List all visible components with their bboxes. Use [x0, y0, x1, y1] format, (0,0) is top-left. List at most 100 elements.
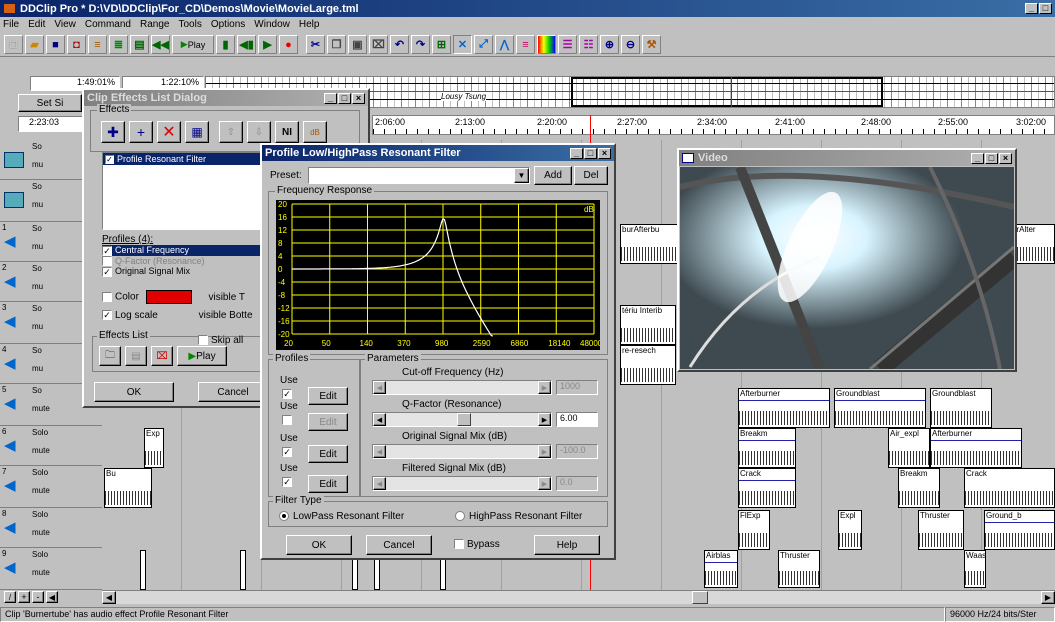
solo-label[interactable]: So: [32, 304, 42, 313]
save-list-icon[interactable]: ▤: [125, 346, 147, 366]
highpass-option[interactable]: HighPass Resonant Filter: [455, 511, 582, 522]
load-list-icon[interactable]: 🗀: [99, 346, 121, 366]
speaker-icon[interactable]: ◀: [4, 478, 24, 494]
delete-icon[interactable]: ⌧: [369, 35, 388, 54]
clip-marker[interactable]: [140, 550, 146, 590]
step-back-icon[interactable]: ◀▮: [237, 35, 256, 54]
timeline-clip[interactable]: Afterburner: [930, 428, 1022, 468]
timeline-clip[interactable]: Air_expl: [888, 428, 930, 468]
color-checkbox[interactable]: [102, 292, 112, 302]
minimize-button[interactable]: _: [1025, 3, 1038, 14]
parameter-slider[interactable]: ◀ ▶: [372, 476, 552, 491]
skip-all-checkbox[interactable]: [198, 335, 208, 346]
preset-dropdown-icon[interactable]: ▼: [514, 168, 529, 183]
save-icon[interactable]: ■: [46, 35, 65, 54]
position-field[interactable]: 2:23:03: [18, 116, 90, 132]
bypass-checkbox[interactable]: [454, 539, 464, 550]
color-swatch[interactable]: [145, 290, 192, 304]
mute-label[interactable]: mute: [32, 486, 50, 495]
effects-close-button[interactable]: ×: [352, 92, 365, 104]
preset-add-button[interactable]: Add: [534, 166, 572, 185]
filter-help-button[interactable]: Help: [534, 535, 600, 555]
profile-edit-button[interactable]: Edit: [308, 413, 348, 431]
markers-icon[interactable]: ≡: [516, 35, 535, 54]
use-checkbox[interactable]: [282, 415, 292, 425]
track-left-icon[interactable]: ◀: [46, 591, 58, 603]
solo-label[interactable]: So: [32, 182, 42, 191]
solo-label[interactable]: So: [32, 224, 42, 233]
insert-effect-icon[interactable]: +: [129, 121, 153, 143]
parameter-value-field[interactable]: 6.00: [556, 412, 598, 427]
speaker-icon[interactable]: ◀: [4, 520, 24, 536]
effects-maximize-button[interactable]: □: [338, 92, 351, 104]
timeline-clip[interactable]: Ground_b: [984, 510, 1055, 550]
effect-list-item[interactable]: ✓ Profile Resonant Filter: [103, 153, 261, 166]
solo-label[interactable]: Solo: [32, 468, 48, 477]
cut-icon[interactable]: ✂: [306, 35, 325, 54]
menu-file[interactable]: File: [3, 19, 19, 30]
clip-marker[interactable]: [240, 550, 246, 590]
parameter-value-field[interactable]: 1000: [556, 380, 598, 395]
solo-label[interactable]: So: [32, 142, 42, 151]
timeline-clip[interactable]: Thruster: [778, 550, 820, 588]
preset-combo[interactable]: ▼: [308, 167, 530, 184]
forward-icon[interactable]: ▶: [258, 35, 277, 54]
timeline-clip[interactable]: FlExp: [738, 510, 770, 550]
menu-edit[interactable]: Edit: [28, 19, 45, 30]
parameter-value-field[interactable]: -100.0: [556, 444, 598, 459]
properties-icon[interactable]: ▦: [185, 121, 209, 143]
highpass-radio[interactable]: [455, 511, 465, 522]
redo-icon[interactable]: ↷: [411, 35, 430, 54]
timeline-clip[interactable]: Airblas: [704, 550, 738, 588]
preset-del-button[interactable]: Del: [574, 166, 608, 185]
track-tool-icon[interactable]: /: [4, 591, 16, 603]
filter-dialog[interactable]: Profile Low/HighPass Resonant Filter _ □…: [260, 143, 616, 560]
filter-maximize-button[interactable]: □: [584, 147, 597, 159]
snap-icon[interactable]: ⊞: [432, 35, 451, 54]
filter-cancel-button[interactable]: Cancel: [366, 535, 432, 555]
mute-label[interactable]: mu: [32, 200, 43, 209]
solo-label[interactable]: Solo: [32, 510, 48, 519]
parameter-value-field[interactable]: 0.0: [556, 476, 598, 491]
profile-edit-button[interactable]: Edit: [308, 387, 348, 405]
lowpass-radio[interactable]: [279, 511, 289, 522]
parameter-slider[interactable]: ◀ ▶: [372, 412, 552, 427]
menu-tools[interactable]: Tools: [178, 19, 201, 30]
zoom-in-icon[interactable]: ⊕: [600, 35, 619, 54]
menu-options[interactable]: Options: [211, 19, 245, 30]
timeline-clip[interactable]: Bu: [104, 468, 152, 508]
rewind-icon[interactable]: ◀◀: [151, 35, 170, 54]
timeline-clip[interactable]: Crack: [964, 468, 1055, 508]
menu-command[interactable]: Command: [85, 19, 131, 30]
play-button[interactable]: ▶ Play: [172, 35, 214, 54]
filter-ok-button[interactable]: OK: [286, 535, 352, 555]
timeline-clip[interactable]: Breakm: [898, 468, 940, 508]
mute-label[interactable]: mu: [32, 322, 43, 331]
set-selection-button[interactable]: Set Si: [18, 94, 82, 112]
use-checkbox[interactable]: ✓: [282, 389, 292, 399]
timeline-clip[interactable]: Groundblast: [930, 388, 992, 428]
mute-label[interactable]: mute: [32, 528, 50, 537]
effects-cancel-button[interactable]: Cancel: [198, 382, 268, 402]
solo-label[interactable]: So: [32, 346, 42, 355]
response-curve[interactable]: [292, 217, 493, 337]
video-minimize-button[interactable]: _: [971, 152, 984, 164]
solo-label[interactable]: Solo: [32, 550, 48, 559]
new-icon[interactable]: □: [4, 35, 23, 54]
effects-minimize-button[interactable]: _: [324, 92, 337, 104]
timeline-clip[interactable]: re-resech: [620, 345, 676, 385]
timeline-clip[interactable]: Expl: [838, 510, 862, 550]
use-checkbox[interactable]: ✓: [282, 477, 292, 487]
undo-icon[interactable]: ↶: [390, 35, 409, 54]
zoom-out-track-icon[interactable]: -: [32, 591, 44, 603]
filter-close-button[interactable]: ×: [598, 147, 611, 159]
menu-view[interactable]: View: [54, 19, 76, 30]
tools-icon[interactable]: ⚒: [642, 35, 661, 54]
stop-icon[interactable]: ▮: [216, 35, 235, 54]
open-icon[interactable]: ▰: [25, 35, 44, 54]
color-icon[interactable]: [537, 35, 556, 54]
solo-label[interactable]: Solo: [32, 428, 48, 437]
record-dot-icon[interactable]: ●: [279, 35, 298, 54]
overview-view-rect[interactable]: [571, 77, 883, 107]
timeline-clip[interactable]: Waas: [964, 550, 986, 588]
